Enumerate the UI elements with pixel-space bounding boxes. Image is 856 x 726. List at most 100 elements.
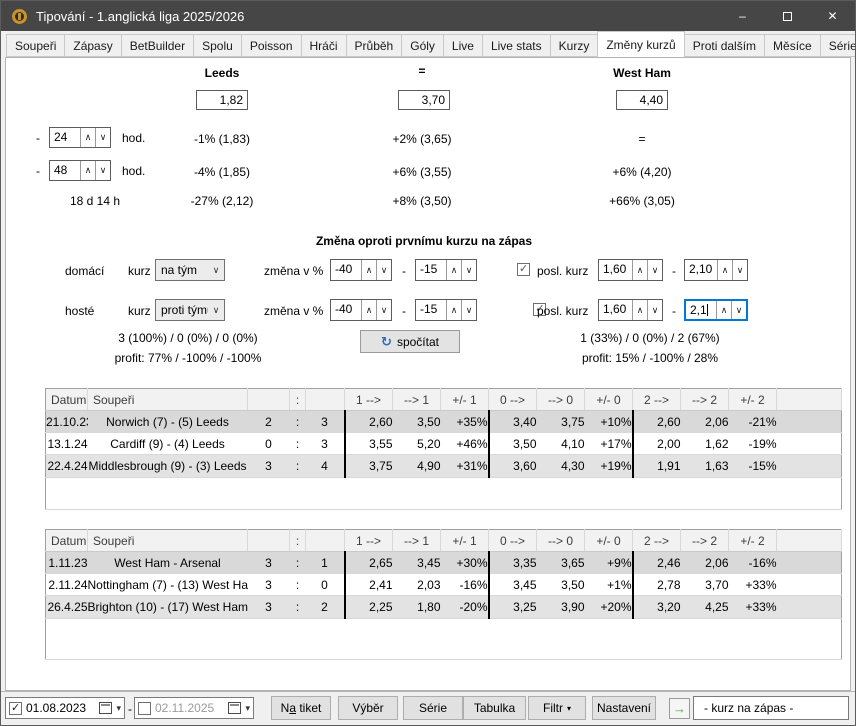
chevron-down-icon[interactable]: ▾ bbox=[245, 703, 250, 714]
hours24-spinner[interactable]: 24 ∧ ∨ bbox=[49, 127, 111, 148]
date-from-value[interactable]: 01.08.2023 bbox=[26, 701, 95, 715]
home-kurz-dropdown[interactable]: na tým ∨ bbox=[155, 259, 225, 281]
tab-zapasy[interactable]: Zápasy bbox=[64, 34, 121, 57]
col-datum[interactable]: Datum bbox=[46, 530, 88, 552]
away-change-from-value[interactable]: -40 bbox=[331, 300, 361, 320]
hours24-value[interactable]: 24 bbox=[50, 128, 80, 147]
serie-button[interactable]: Série bbox=[403, 696, 463, 720]
chevron-down-icon[interactable]: ∨ bbox=[376, 260, 391, 280]
chevron-up-icon[interactable]: ∧ bbox=[446, 260, 461, 280]
home-posl-to-value[interactable]: 2,10 bbox=[685, 260, 717, 280]
chevron-down-icon[interactable]: ∨ bbox=[647, 260, 662, 280]
table-row[interactable]: 2.11.24Nottingham (7) - (13) West Han 3:… bbox=[46, 574, 842, 596]
chevron-up-icon[interactable]: ∧ bbox=[632, 300, 647, 320]
tab-poisson[interactable]: Poisson bbox=[241, 34, 302, 57]
col-0-close[interactable]: --> 0 bbox=[537, 389, 585, 411]
tab-live[interactable]: Live bbox=[443, 34, 483, 57]
tab-mesice[interactable]: Měsíce bbox=[764, 34, 821, 57]
date-to-value[interactable]: 02.11.2025 bbox=[155, 701, 224, 715]
table-row[interactable]: 13.1.24Cardiff (9) - (4) Leeds 0:3 3,555… bbox=[46, 433, 842, 455]
col-score-home[interactable] bbox=[248, 530, 290, 552]
na-tiket-button[interactable]: Na tiket bbox=[271, 696, 331, 720]
chevron-up-icon[interactable]: ∧ bbox=[716, 301, 731, 319]
maximize-button[interactable] bbox=[765, 1, 810, 31]
tab-spolu[interactable]: Spolu bbox=[193, 34, 242, 57]
col-1-open[interactable]: 1 --> bbox=[345, 530, 393, 552]
chevron-up-icon[interactable]: ∧ bbox=[80, 128, 95, 147]
col-score-away[interactable] bbox=[306, 530, 345, 552]
tab-zmeny-kurzu[interactable]: Změny kurzů bbox=[597, 31, 684, 57]
chevron-down-icon[interactable]: ∨ bbox=[461, 260, 476, 280]
nastaveni-button[interactable]: Nastavení bbox=[592, 696, 656, 720]
col-score-home[interactable] bbox=[248, 389, 290, 411]
chevron-down-icon[interactable]: ∨ bbox=[461, 300, 476, 320]
chevron-up-icon[interactable]: ∧ bbox=[446, 300, 461, 320]
col-0-delta[interactable]: +/- 0 bbox=[585, 389, 633, 411]
col-2-close[interactable]: --> 2 bbox=[681, 530, 729, 552]
chevron-down-icon[interactable]: ▾ bbox=[116, 703, 121, 714]
date-to-checkbox[interactable] bbox=[138, 702, 151, 715]
away-change-to-value[interactable]: -15 bbox=[416, 300, 446, 320]
tab-hraci[interactable]: Hráči bbox=[301, 34, 347, 57]
col-1-close[interactable]: --> 1 bbox=[393, 530, 441, 552]
chevron-up-icon[interactable]: ∧ bbox=[361, 260, 376, 280]
col-0-close[interactable]: --> 0 bbox=[537, 530, 585, 552]
home-posl-kurz-checkbox[interactable]: ✓ bbox=[517, 263, 530, 276]
minimize-button[interactable]: – bbox=[720, 1, 765, 31]
table-row[interactable]: 22.4.24Middlesbrough (9) - (3) Leeds 3:4… bbox=[46, 455, 842, 477]
chevron-down-icon[interactable]: ∨ bbox=[95, 128, 110, 147]
away-posl-to-spinner-focused[interactable]: 2,1 ∧ ∨ bbox=[684, 299, 748, 321]
chevron-down-icon[interactable]: ∨ bbox=[376, 300, 391, 320]
chevron-up-icon[interactable]: ∧ bbox=[80, 161, 95, 180]
col-0-open[interactable]: 0 --> bbox=[489, 389, 537, 411]
col-1-delta[interactable]: +/- 1 bbox=[441, 389, 489, 411]
home-change-to-spinner[interactable]: -15 ∧ ∨ bbox=[415, 259, 477, 281]
filtr-button[interactable]: Filtr ▾ bbox=[528, 696, 586, 720]
col-souperi[interactable]: Soupeři bbox=[88, 389, 248, 411]
hours48-value[interactable]: 48 bbox=[50, 161, 80, 180]
tab-souperi[interactable]: Soupeři bbox=[6, 34, 65, 57]
col-0-delta[interactable]: +/- 0 bbox=[585, 530, 633, 552]
table-row[interactable]: 1.11.23West Ham - Arsenal 3:1 2,653,45+3… bbox=[46, 552, 842, 574]
hours48-spinner[interactable]: 48 ∧ ∨ bbox=[49, 160, 111, 181]
away-posl-from-value[interactable]: 1,60 bbox=[599, 300, 632, 320]
col-1-close[interactable]: --> 1 bbox=[393, 389, 441, 411]
col-2-open[interactable]: 2 --> bbox=[633, 389, 681, 411]
vyber-button[interactable]: Výběr bbox=[338, 696, 398, 720]
away-posl-from-spinner[interactable]: 1,60 ∧ ∨ bbox=[598, 299, 663, 321]
col-2-open[interactable]: 2 --> bbox=[633, 530, 681, 552]
date-from-checkbox[interactable]: ✓ bbox=[9, 702, 22, 715]
tab-goly[interactable]: Góly bbox=[401, 34, 444, 57]
col-2-delta[interactable]: +/- 2 bbox=[729, 530, 777, 552]
away-kurz-dropdown[interactable]: proti týmu ∨ bbox=[155, 299, 225, 321]
draw-odds-field[interactable]: 3,70 bbox=[398, 90, 450, 110]
col-2-close[interactable]: --> 2 bbox=[681, 389, 729, 411]
table-row[interactable]: 26.4.25Brighton (10) - (17) West Ham 3:2… bbox=[46, 596, 842, 618]
close-button[interactable]: ✕ bbox=[810, 1, 855, 31]
date-from-picker[interactable]: ✓ 01.08.2023 ▾ bbox=[5, 697, 125, 719]
col-score-away[interactable] bbox=[306, 389, 345, 411]
tab-prubeh[interactable]: Průběh bbox=[346, 34, 403, 57]
date-to-picker[interactable]: 02.11.2025 ▾ bbox=[134, 697, 254, 719]
table-row[interactable]: 21.10.23Norwich (7) - (5) Leeds 2:3 2,60… bbox=[46, 411, 842, 433]
go-button[interactable]: → bbox=[669, 698, 690, 719]
tab-betbuilder[interactable]: BetBuilder bbox=[121, 34, 194, 57]
home-change-to-value[interactable]: -15 bbox=[416, 260, 446, 280]
col-2-delta[interactable]: +/- 2 bbox=[729, 389, 777, 411]
away-odds-field[interactable]: 4,40 bbox=[616, 90, 668, 110]
calendar-icon[interactable] bbox=[99, 702, 112, 714]
col-0-open[interactable]: 0 --> bbox=[489, 530, 537, 552]
tab-live-stats[interactable]: Live stats bbox=[482, 34, 551, 57]
chevron-up-icon[interactable]: ∧ bbox=[632, 260, 647, 280]
home-change-from-spinner[interactable]: -40 ∧ ∨ bbox=[330, 259, 392, 281]
home-posl-to-spinner[interactable]: 2,10 ∧ ∨ bbox=[684, 259, 748, 281]
tabulka-button[interactable]: Tabulka bbox=[463, 696, 526, 720]
tab-proti-dalsim[interactable]: Proti dalším bbox=[684, 34, 765, 57]
col-colon[interactable]: : bbox=[290, 389, 306, 411]
compute-button[interactable]: ↻ spočítat bbox=[360, 330, 460, 353]
chevron-down-icon[interactable]: ∨ bbox=[95, 161, 110, 180]
chevron-down-icon[interactable]: ∨ bbox=[731, 301, 746, 319]
home-posl-from-value[interactable]: 1,60 bbox=[599, 260, 632, 280]
away-change-from-spinner[interactable]: -40 ∧ ∨ bbox=[330, 299, 392, 321]
away-change-to-spinner[interactable]: -15 ∧ ∨ bbox=[415, 299, 477, 321]
